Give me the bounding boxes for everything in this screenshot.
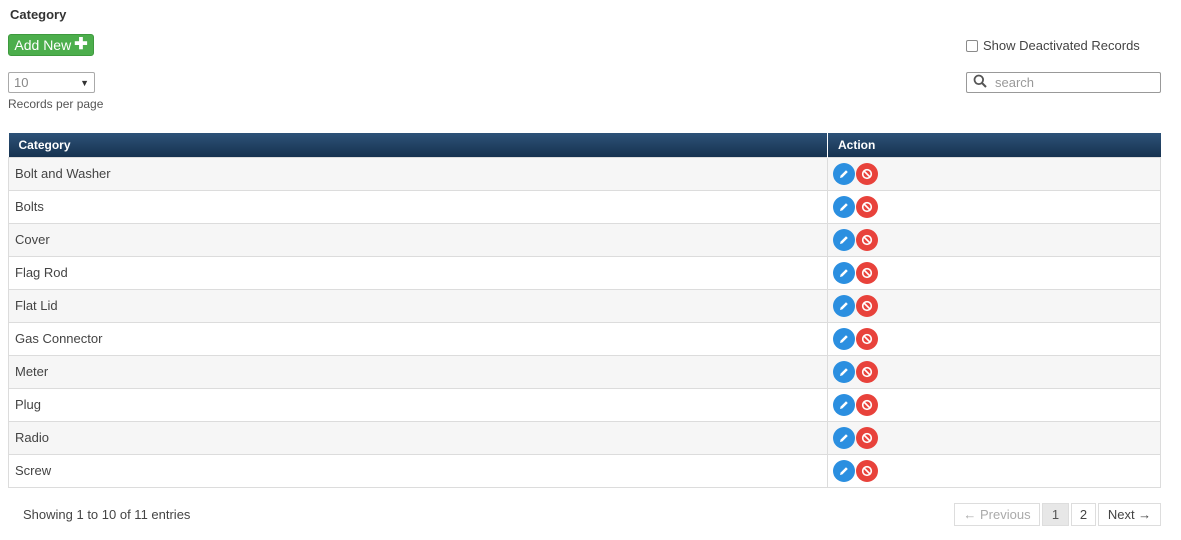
deactivate-icon[interactable] xyxy=(856,459,878,482)
deactivate-icon[interactable] xyxy=(856,294,878,317)
action-cell xyxy=(827,387,1161,422)
category-cell: Flat Lid xyxy=(8,288,828,323)
action-cell xyxy=(827,255,1161,290)
show-deactivated-toggle[interactable]: Show Deactivated Records xyxy=(966,38,1140,53)
action-cell xyxy=(827,321,1161,356)
search-input[interactable]: search xyxy=(966,72,1161,93)
show-deactivated-label: Show Deactivated Records xyxy=(983,38,1140,53)
next-page-button[interactable]: Next → xyxy=(1098,503,1161,526)
deactivate-icon[interactable] xyxy=(856,162,878,185)
column-header-category[interactable]: Category xyxy=(8,133,828,157)
action-cell xyxy=(827,156,1161,191)
deactivate-icon[interactable] xyxy=(856,195,878,218)
category-cell: Bolt and Washer xyxy=(8,156,828,191)
edit-icon[interactable] xyxy=(833,393,855,416)
table-row: Screw xyxy=(8,453,1161,488)
table-row: Flag Rod xyxy=(8,255,1161,290)
category-cell: Radio xyxy=(8,420,828,455)
category-cell: Cover xyxy=(8,222,828,257)
search-icon xyxy=(973,74,987,91)
records-per-page-value: 10 xyxy=(14,75,29,90)
table-row: Bolts xyxy=(8,189,1161,224)
pagination: ← Previous 1 2 Next → xyxy=(954,503,1161,526)
column-header-action: Action xyxy=(827,133,1161,157)
previous-page-button[interactable]: ← Previous xyxy=(954,503,1040,526)
category-cell: Gas Connector xyxy=(8,321,828,356)
search-placeholder: search xyxy=(995,75,1035,90)
edit-icon[interactable] xyxy=(833,162,855,185)
table-row: Plug xyxy=(8,387,1161,422)
action-cell xyxy=(827,420,1161,455)
category-cell: Bolts xyxy=(8,189,828,224)
entries-info: Showing 1 to 10 of 11 entries xyxy=(23,507,191,522)
add-new-label: Add New xyxy=(14,37,72,53)
records-per-page-select[interactable]: 10 ▼ xyxy=(8,72,95,93)
category-cell: Plug xyxy=(8,387,828,422)
action-cell xyxy=(827,288,1161,323)
page-title: Category xyxy=(10,7,67,22)
deactivate-icon[interactable] xyxy=(856,393,878,416)
table-row: Cover xyxy=(8,222,1161,257)
table-row: Meter xyxy=(8,354,1161,389)
add-new-button[interactable]: Add New ✚ xyxy=(8,34,94,56)
edit-icon[interactable] xyxy=(833,360,855,383)
action-cell xyxy=(827,189,1161,224)
deactivate-icon[interactable] xyxy=(856,426,878,449)
category-cell: Screw xyxy=(8,453,828,488)
edit-icon[interactable] xyxy=(833,426,855,449)
edit-icon[interactable] xyxy=(833,459,855,482)
edit-icon[interactable] xyxy=(833,195,855,218)
deactivate-icon[interactable] xyxy=(856,228,878,251)
edit-icon[interactable] xyxy=(833,327,855,350)
table-row: Radio xyxy=(8,420,1161,455)
edit-icon[interactable] xyxy=(833,261,855,284)
records-per-page-label: Records per page xyxy=(8,97,104,111)
chevron-down-icon: ▼ xyxy=(80,77,89,88)
plus-icon: ✚ xyxy=(74,36,88,53)
deactivate-icon[interactable] xyxy=(856,360,878,383)
deactivate-icon[interactable] xyxy=(856,261,878,284)
table-row: Bolt and Washer xyxy=(8,156,1161,191)
table-row: Gas Connector xyxy=(8,321,1161,356)
edit-icon[interactable] xyxy=(833,294,855,317)
category-table: Category Action Bolt and Washer Bolts Cove… xyxy=(8,133,1161,488)
category-cell: Meter xyxy=(8,354,828,389)
action-cell xyxy=(827,354,1161,389)
page-2-button[interactable]: 2 xyxy=(1071,503,1096,526)
table-header-row: Category Action xyxy=(8,133,1161,157)
table-row: Flat Lid xyxy=(8,288,1161,323)
show-deactivated-checkbox[interactable] xyxy=(966,39,978,52)
action-cell xyxy=(827,453,1161,488)
action-cell xyxy=(827,222,1161,257)
page-1-button[interactable]: 1 xyxy=(1042,503,1069,526)
category-cell: Flag Rod xyxy=(8,255,828,290)
edit-icon[interactable] xyxy=(833,228,855,251)
deactivate-icon[interactable] xyxy=(856,327,878,350)
